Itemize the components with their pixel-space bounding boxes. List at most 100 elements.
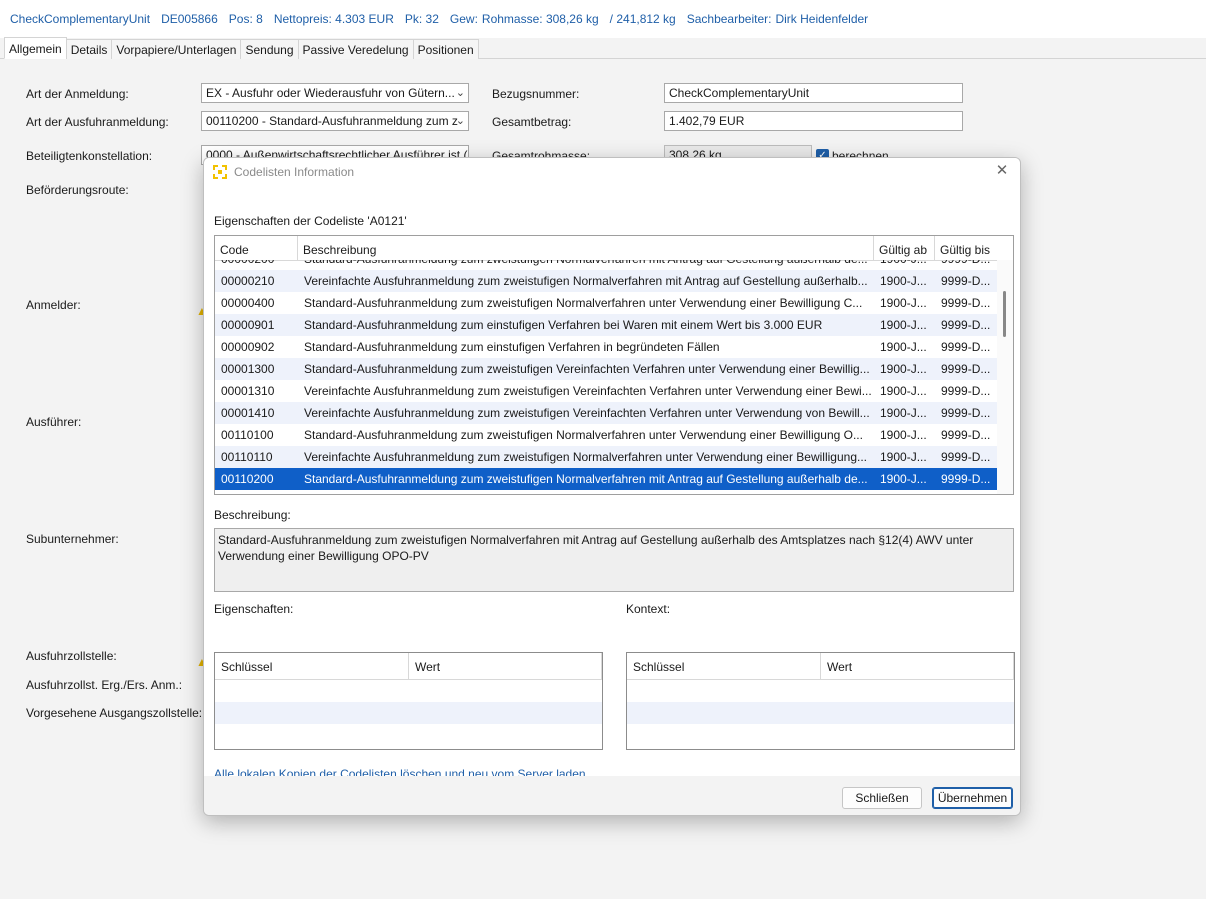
column-header-wert[interactable]: Wert (821, 653, 1014, 679)
table-row[interactable]: 00000901 Standard-Ausfuhranmeldung zum ei… (215, 314, 997, 336)
table-row[interactable]: 00110200 Standard-Ausfuhranmeldung zum zw… (215, 468, 997, 490)
tab-positionen[interactable]: Positionen (412, 39, 479, 59)
table-row[interactable]: 00001300 Standard-Ausfuhranmeldung zum zw… (215, 358, 997, 380)
grid-scrollbar[interactable] (997, 260, 1013, 494)
ausfuehrer-label: Ausführer: (26, 415, 82, 429)
dialog-title: Codelisten Information (234, 165, 355, 179)
art-anmeldung-value: EX - Ausfuhr oder Wiederausfuhr von Güte… (206, 86, 455, 100)
tab-allgemein[interactable]: Allgemein (4, 37, 67, 59)
cell-gueltig-bis: 9999-D... (941, 428, 991, 442)
chevron-down-icon: ⌄ (455, 87, 465, 99)
cell-gueltig-ab: 1900-J... (880, 384, 927, 398)
gesamtbetrag-label: Gesamtbetrag: (492, 115, 572, 129)
apply-button[interactable]: Übernehmen (932, 787, 1013, 809)
cell-gueltig-ab: 1900-J... (880, 362, 927, 376)
table-row[interactable] (215, 680, 602, 702)
codelist-grid: Code Beschreibung Gültig ab Gültig bis 0… (214, 235, 1014, 495)
beschreibung-label: Beschreibung: (214, 508, 291, 522)
grid-rows: 00000200Standard-Ausfuhranmeldung zum zw… (215, 260, 997, 494)
column-header-gueltig-ab[interactable]: Gültig ab (874, 236, 935, 260)
cell-gueltig-bis: 9999-D... (941, 450, 991, 464)
bezugsnummer-label: Bezugsnummer: (492, 87, 580, 101)
table-row[interactable]: 00000400 Standard-Ausfuhranmeldung zum zw… (215, 292, 997, 314)
beschreibung-textbox[interactable]: Standard-Ausfuhranmeldung zum zweistufig… (214, 528, 1014, 592)
tab-vorpapiere[interactable]: Vorpapiere/Unterlagen (111, 39, 242, 59)
art-anmeldung-label: Art der Anmeldung: (26, 87, 129, 101)
column-header-beschreibung[interactable]: Beschreibung (298, 236, 874, 260)
cell-gueltig-bis: 9999-D... (941, 318, 991, 332)
cell-beschreibung: Standard-Ausfuhranmeldung zum zweistufig… (298, 260, 874, 270)
column-header-gueltig-bis[interactable]: Gültig bis (935, 236, 997, 260)
header-gross-mass: Rohmasse: 308,26 kg (481, 12, 599, 26)
column-header-schluessel[interactable]: Schlüssel (627, 653, 821, 679)
cell-beschreibung: Standard-Ausfuhranmeldung zum zweistufig… (304, 362, 870, 376)
header-packages: Pk: 32 (404, 12, 439, 26)
cell-code: 00000400 (221, 296, 275, 310)
header-reference: CheckComplementaryUnit (10, 12, 151, 26)
cell-code: 00001310 (221, 384, 275, 398)
cell-beschreibung: Standard-Ausfuhranmeldung zum zweistufig… (304, 428, 863, 442)
cell-beschreibung: Vereinfachte Ausfuhranmeldung zum zweist… (304, 406, 870, 420)
table-row[interactable]: 00000902 Standard-Ausfuhranmeldung zum ei… (215, 336, 997, 358)
cell-gueltig-ab: 1900-J... (880, 406, 927, 420)
cell-code: 00000210 (221, 274, 275, 288)
grid-header: Code Beschreibung Gültig ab Gültig bis (215, 236, 997, 261)
scrollbar-thumb[interactable] (1003, 291, 1006, 337)
tab-passive-veredelung[interactable]: Passive Veredelung (297, 39, 414, 59)
table-row[interactable]: 00110110 Vereinfachte Ausfuhranmeldung zu… (215, 446, 997, 468)
header-position: Pos: 8 (228, 12, 263, 26)
tab-sendung[interactable]: Sendung (240, 39, 299, 59)
art-ausfuhranmeldung-select[interactable]: 00110200 - Standard-Ausfuhranmeldung zum… (201, 111, 469, 131)
codeliste-section-label: Eigenschaften der Codeliste 'A0121' (214, 214, 407, 228)
ausfuhrzollstelle-label: Ausfuhrzollstelle: (26, 649, 117, 663)
cell-beschreibung: Standard-Ausfuhranmeldung zum zweistufig… (304, 296, 863, 310)
table-row[interactable]: 00110100 Standard-Ausfuhranmeldung zum zw… (215, 424, 997, 446)
column-header-code[interactable]: Code (215, 236, 298, 260)
column-header-schluessel[interactable]: Schlüssel (215, 653, 409, 679)
gesamtbetrag-value: 1.402,79 EUR (669, 114, 745, 128)
header-clerk-label: Sachbearbeiter: (686, 12, 772, 26)
cell-gueltig-bis: 9999-D... (935, 260, 997, 270)
table-row[interactable] (627, 680, 1014, 702)
table-row[interactable] (627, 702, 1014, 724)
cell-gueltig-bis: 9999-D... (941, 274, 991, 288)
header-bar: CheckComplementaryUnit DE005866 Pos: 8 N… (0, 0, 1206, 38)
table-row[interactable]: 00001410 Vereinfachte Ausfuhranmeldung zu… (215, 402, 997, 424)
close-icon[interactable]: ✕ (993, 162, 1011, 180)
art-anmeldung-select[interactable]: EX - Ausfuhr oder Wiederausfuhr von Güte… (201, 83, 469, 103)
cell-gueltig-ab: 1900-J... (880, 450, 927, 464)
cell-code: 00110100 (221, 428, 274, 442)
header-net-price: Nettopreis: 4.303 EUR (273, 12, 394, 26)
column-header-wert[interactable]: Wert (409, 653, 602, 679)
beteiligten-label: Beteiligtenkonstellation: (26, 149, 153, 163)
table-row[interactable] (215, 724, 602, 746)
tab-details[interactable]: Details (65, 39, 113, 59)
table-row[interactable] (627, 724, 1014, 746)
cell-gueltig-bis: 9999-D... (941, 296, 991, 310)
cell-gueltig-bis: 9999-D... (941, 340, 991, 354)
table-row[interactable]: 00001310 Vereinfachte Ausfuhranmeldung zu… (215, 380, 997, 402)
cell-gueltig-bis: 9999-D... (941, 406, 991, 420)
close-button[interactable]: Schließen (842, 787, 922, 809)
cell-beschreibung: Standard-Ausfuhranmeldung zum einstufige… (304, 340, 720, 354)
cell-gueltig-bis: 9999-D... (941, 472, 991, 486)
cell-gueltig-ab: 1900-J... (880, 340, 927, 354)
kontext-header: Schlüssel Wert (627, 653, 1014, 680)
beschreibung-text: Standard-Ausfuhranmeldung zum zweistufig… (218, 533, 974, 563)
cell-code: 00000200 (215, 260, 298, 270)
cell-beschreibung: Vereinfachte Ausfuhranmeldung zum zweist… (304, 450, 867, 464)
cell-gueltig-ab: 1900-J... (880, 472, 927, 486)
header-document-id: DE005866 (161, 12, 218, 26)
befoerderung-label: Beförderungsroute: (26, 183, 129, 197)
cell-gueltig-ab: 1900-J... (880, 428, 927, 442)
table-row[interactable] (215, 702, 602, 724)
gesamtbetrag-input[interactable]: 1.402,79 EUR (664, 111, 963, 131)
anmelder-label: Anmelder: (26, 298, 81, 312)
cell-gueltig-bis: 9999-D... (941, 384, 991, 398)
ausgangszollstelle-label: Vorgesehene Ausgangszollstelle: (26, 706, 203, 720)
tab-bar: Allgemein Details Vorpapiere/Unterlagen … (4, 37, 479, 59)
table-row[interactable]: 00000210 Vereinfachte Ausfuhranmeldung zu… (215, 270, 997, 292)
bezugsnummer-input[interactable]: CheckComplementaryUnit (664, 83, 963, 103)
art-ausfuhranmeldung-value: 00110200 - Standard-Ausfuhranmeldung zum… (206, 114, 458, 128)
table-row[interactable]: 00000200Standard-Ausfuhranmeldung zum zw… (215, 260, 997, 270)
